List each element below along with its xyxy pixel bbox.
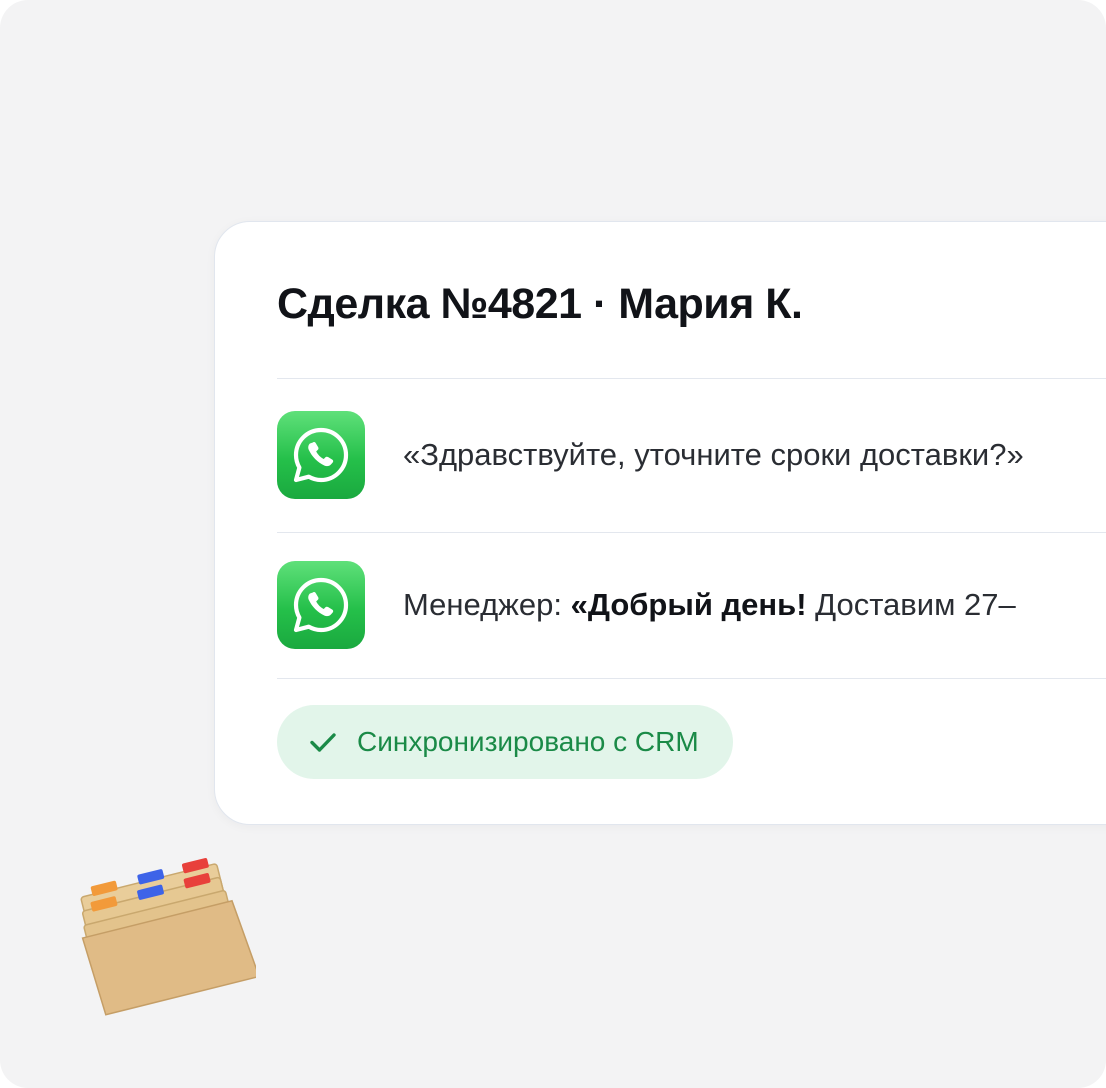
whatsapp-icon — [277, 411, 365, 499]
deal-card: Сделка №4821 · Мария К. «Здравствуйте, у… — [214, 221, 1106, 825]
sync-status-label: Синхронизировано с CRM — [357, 726, 699, 757]
divider — [277, 678, 1106, 679]
canvas: Сделка №4821 · Мария К. «Здравствуйте, у… — [0, 0, 1106, 1088]
message-row-client[interactable]: «Здравствуйте, уточните сроки доставки?» — [277, 411, 1106, 499]
divider — [277, 532, 1106, 533]
message-greeting: «Добрый день! — [570, 587, 807, 622]
sync-status-badge: Синхронизировано с CRM — [277, 705, 733, 779]
message-text: «Здравствуйте, уточните сроки доставки?» — [403, 437, 1024, 472]
file-box-icon — [76, 852, 261, 1022]
divider — [277, 378, 1106, 379]
message-body: Доставим 27– — [806, 587, 1016, 622]
message-sender: Менеджер: — [403, 587, 571, 622]
message-text: Менеджер: «Добрый день! Доставим 27– — [403, 561, 1016, 649]
deal-title: Сделка №4821 · Мария К. — [277, 280, 803, 328]
check-icon — [307, 726, 339, 758]
whatsapp-icon — [277, 561, 365, 649]
message-row-manager[interactable]: Менеджер: «Добрый день! Доставим 27– — [277, 561, 1106, 649]
